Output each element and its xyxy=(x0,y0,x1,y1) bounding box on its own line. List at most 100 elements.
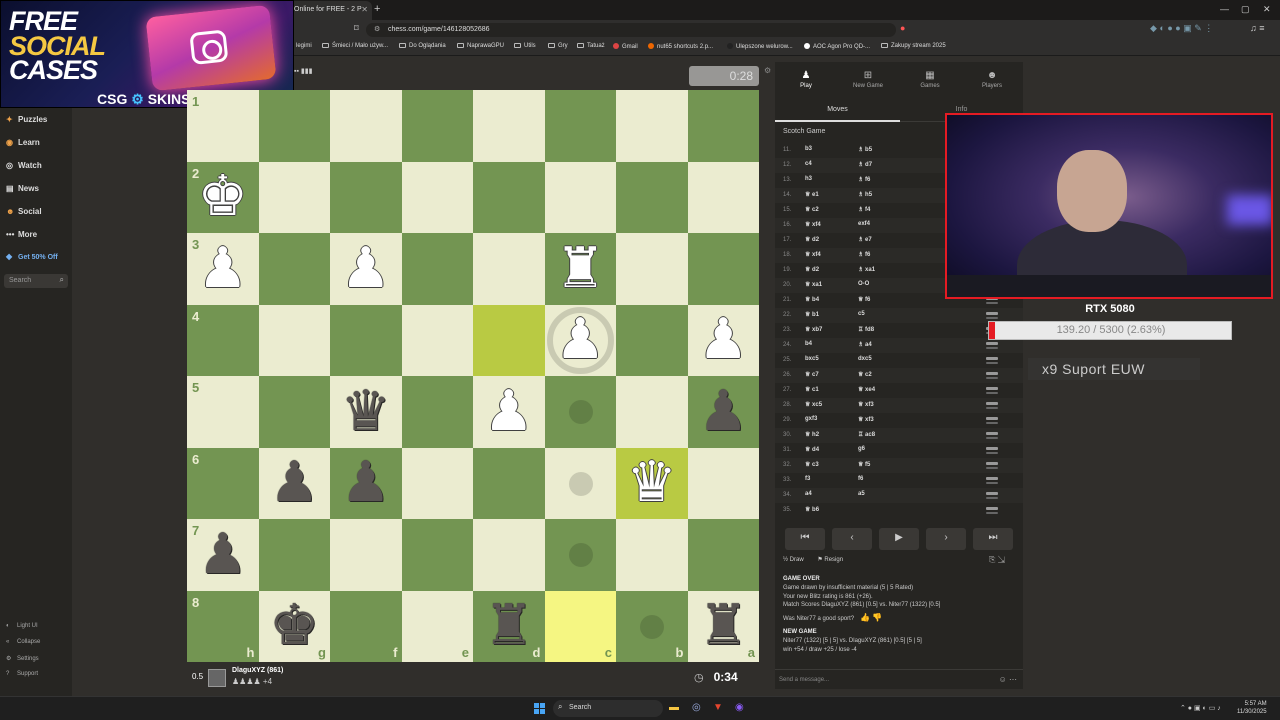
square-g5[interactable] xyxy=(258,376,330,448)
square-f6[interactable]: ♟ xyxy=(330,447,402,520)
black-move[interactable]: a5 xyxy=(858,491,865,497)
white-move[interactable]: ♕ e1 xyxy=(805,191,819,198)
bookmark-item[interactable]: NaprawaGPU xyxy=(457,43,504,49)
sidebar-search[interactable]: Search ⌕ xyxy=(4,274,68,288)
square-a4[interactable]: ♟ xyxy=(687,304,759,376)
move-hint[interactable] xyxy=(568,400,593,424)
bookmark-item[interactable]: Śmieci / Mało używ... xyxy=(322,43,388,49)
square-h8[interactable]: 8h xyxy=(187,590,259,662)
black-move[interactable]: ♕ f5 xyxy=(858,461,870,468)
square-a1[interactable] xyxy=(687,90,759,162)
white-move[interactable]: f3 xyxy=(805,476,810,482)
square-g3[interactable] xyxy=(258,233,330,305)
white-move[interactable]: ♕ b6 xyxy=(805,506,819,513)
bookmark-item[interactable]: AOC Agon Pro QD-... xyxy=(804,43,870,50)
square-f4[interactable] xyxy=(330,304,402,376)
collapse-button[interactable]: «Collapse xyxy=(6,639,40,645)
square-e3[interactable] xyxy=(401,233,473,305)
new-tab-icon[interactable]: + xyxy=(374,3,380,15)
square-d3[interactable] xyxy=(473,233,545,305)
black-move[interactable]: ♕ xe4 xyxy=(858,386,875,393)
thumbs-up-icon[interactable]: 👍 xyxy=(860,613,870,622)
maximize-icon[interactable]: ▢ xyxy=(1241,4,1250,15)
black-move[interactable]: f6 xyxy=(858,476,863,482)
square-g2[interactable] xyxy=(258,161,330,233)
tab-games[interactable]: ▦ Games xyxy=(899,70,961,89)
square-h7[interactable]: 7 ♟ xyxy=(187,519,259,591)
square-f1[interactable] xyxy=(330,90,402,162)
white-move[interactable]: ♕ c2 xyxy=(805,206,819,213)
square-b3[interactable] xyxy=(616,233,688,305)
bookmark-item[interactable]: Ulepszone welurow... xyxy=(727,43,793,50)
sidebar-item-upgrade[interactable]: ◆ Get 50% Off xyxy=(6,252,58,261)
white-move[interactable]: b3 xyxy=(805,146,812,152)
thumbs-down-icon[interactable]: 👎 xyxy=(872,613,882,622)
black-move[interactable]: ♗ e7 xyxy=(858,236,872,243)
tab-new-game[interactable]: ⊞ New Game xyxy=(837,70,899,89)
square-b6[interactable]: ♛ xyxy=(616,447,688,520)
bookmark-item[interactable]: nut65 shortcuts 2.p... xyxy=(648,43,713,50)
first-move-button[interactable]: ⏮ xyxy=(785,528,825,550)
white-move[interactable]: a4 xyxy=(805,491,812,497)
square-f7[interactable] xyxy=(330,519,402,591)
white-move[interactable]: ♕ d4 xyxy=(805,446,819,453)
light-ui-toggle[interactable]: ◐ Light UI xyxy=(6,623,38,629)
square-e8[interactable]: e xyxy=(401,590,473,662)
white-move[interactable]: bxc5 xyxy=(805,356,819,362)
white-move[interactable]: ♕ d2 xyxy=(805,236,819,243)
last-move-button[interactable]: ⏭ xyxy=(973,528,1013,550)
black-move[interactable]: ♗ b5 xyxy=(858,146,872,153)
windows-start-icon[interactable] xyxy=(534,703,545,714)
black-move[interactable]: g6 xyxy=(858,446,865,452)
browser-tab[interactable]: Online for FREE - 2 P ✕ xyxy=(288,1,372,20)
sidebar-item-learn[interactable]: ◉ Learn xyxy=(6,138,40,147)
square-e4[interactable] xyxy=(401,304,473,376)
black-move[interactable]: ♖ fd8 xyxy=(858,326,874,333)
url-field[interactable]: ⚙ chess.com/game/146128052686 xyxy=(366,23,896,37)
square-d8[interactable]: d ♜ xyxy=(473,590,545,662)
sidebar-item-social[interactable]: ☻ Social xyxy=(6,207,42,216)
white-pawn-piece[interactable]: ♟ xyxy=(330,233,402,305)
clock[interactable]: 5:57 AM 11/30/2025 xyxy=(1237,700,1267,716)
square-f5[interactable]: ♛ xyxy=(330,376,402,448)
bookmark-item[interactable]: Gmail xyxy=(613,43,638,50)
black-rook-piece[interactable]: ♜ xyxy=(688,591,760,663)
white-move[interactable]: ♕ c1 xyxy=(805,386,819,393)
bookmark-item[interactable]: Gry xyxy=(548,43,568,49)
white-move[interactable]: ♕ b1 xyxy=(805,311,819,318)
square-d6[interactable] xyxy=(473,447,545,519)
square-f2[interactable] xyxy=(330,161,402,233)
white-move[interactable]: ♕ xb7 xyxy=(805,326,822,333)
white-pawn-piece[interactable]: ♟ xyxy=(473,376,545,448)
brave-icon[interactable]: ▼ xyxy=(713,702,723,713)
white-king-piece[interactable]: ♚ xyxy=(187,162,259,234)
bookmark-item[interactable]: Zakupy stream 2025 xyxy=(881,43,946,49)
site-info-icon[interactable]: ⚙ xyxy=(374,25,380,33)
square-c4[interactable]: ♟ xyxy=(544,304,617,377)
square-e6[interactable] xyxy=(401,447,473,519)
square-d1[interactable] xyxy=(473,90,545,162)
square-c7[interactable] xyxy=(544,519,616,591)
white-move[interactable]: ♕ xa1 xyxy=(805,281,822,288)
square-a6[interactable] xyxy=(687,447,759,519)
white-move[interactable]: ♕ xc5 xyxy=(805,401,822,408)
black-move[interactable]: O-O xyxy=(858,281,869,287)
discord-icon[interactable]: ◉ xyxy=(735,702,744,713)
app-icon[interactable]: ◎ xyxy=(692,702,701,713)
black-move[interactable]: ♗ a4 xyxy=(858,341,872,348)
white-move[interactable]: ♕ c7 xyxy=(805,371,819,378)
square-b8[interactable]: b xyxy=(616,590,688,662)
tab-play[interactable]: ♟ Play xyxy=(775,70,837,89)
white-queen-piece[interactable]: ♛ xyxy=(616,448,688,520)
white-move[interactable]: gxf3 xyxy=(805,416,817,422)
menu-icon[interactable]: ♫ ≡ xyxy=(1250,23,1265,33)
black-pawn-piece[interactable]: ♟ xyxy=(330,448,402,520)
white-pawn-piece[interactable]: ♟ xyxy=(545,305,617,377)
next-move-button[interactable]: › xyxy=(926,528,966,550)
square-b5[interactable] xyxy=(616,376,688,448)
white-move[interactable]: c4 xyxy=(805,161,812,167)
resign-button[interactable]: ⚑ Resign xyxy=(817,557,843,563)
white-move[interactable]: b4 xyxy=(805,341,812,347)
square-c6[interactable] xyxy=(544,447,616,519)
support-link[interactable]: ? Support xyxy=(6,671,38,677)
